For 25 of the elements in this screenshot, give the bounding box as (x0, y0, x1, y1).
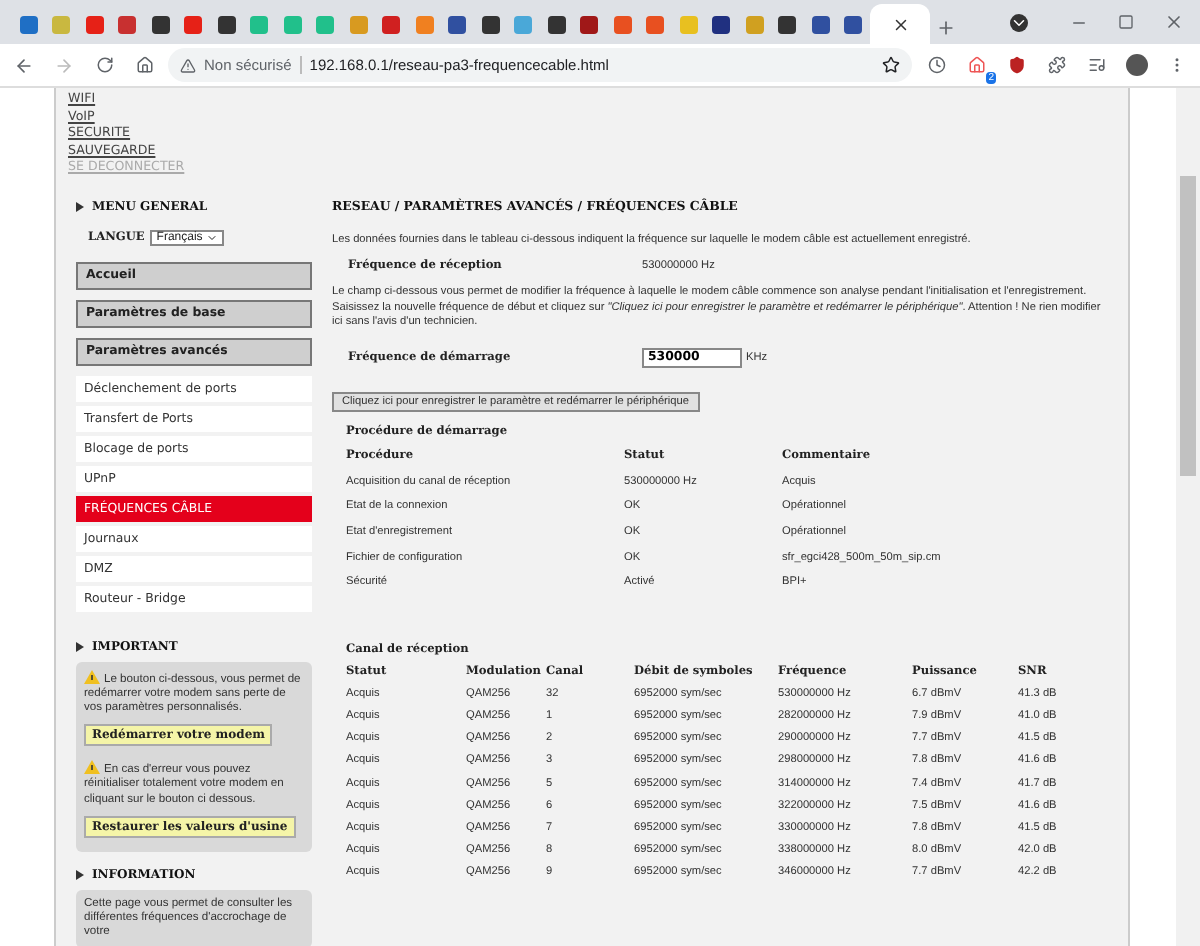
close-icon[interactable] (891, 15, 909, 33)
home-icon (135, 56, 153, 74)
avatar-icon (1125, 54, 1147, 76)
warning-icon (84, 669, 100, 683)
house-icon (967, 56, 985, 74)
plus-icon (936, 18, 956, 38)
warning-icon (180, 57, 196, 73)
reload-icon (95, 56, 113, 74)
bookmark-star-icon[interactable] (882, 56, 900, 74)
chevron-down-icon (206, 231, 219, 243)
playlist-icon (1087, 56, 1105, 74)
close-icon (1164, 12, 1184, 32)
triangle-icon (76, 201, 84, 211)
scrollbar[interactable] (1176, 88, 1200, 946)
back-arrow-icon (14, 55, 34, 75)
puzzle-icon (1047, 56, 1065, 74)
scroll-thumb[interactable] (1180, 176, 1196, 476)
forward-arrow-icon (54, 55, 74, 75)
triangle-icon (76, 641, 84, 651)
warning-icon (84, 760, 100, 775)
maximize-icon (1118, 14, 1134, 30)
shield-icon (1007, 56, 1025, 74)
chevron-down-icon (1009, 13, 1027, 31)
triangle-icon (76, 869, 84, 880)
clock-icon (927, 56, 945, 74)
